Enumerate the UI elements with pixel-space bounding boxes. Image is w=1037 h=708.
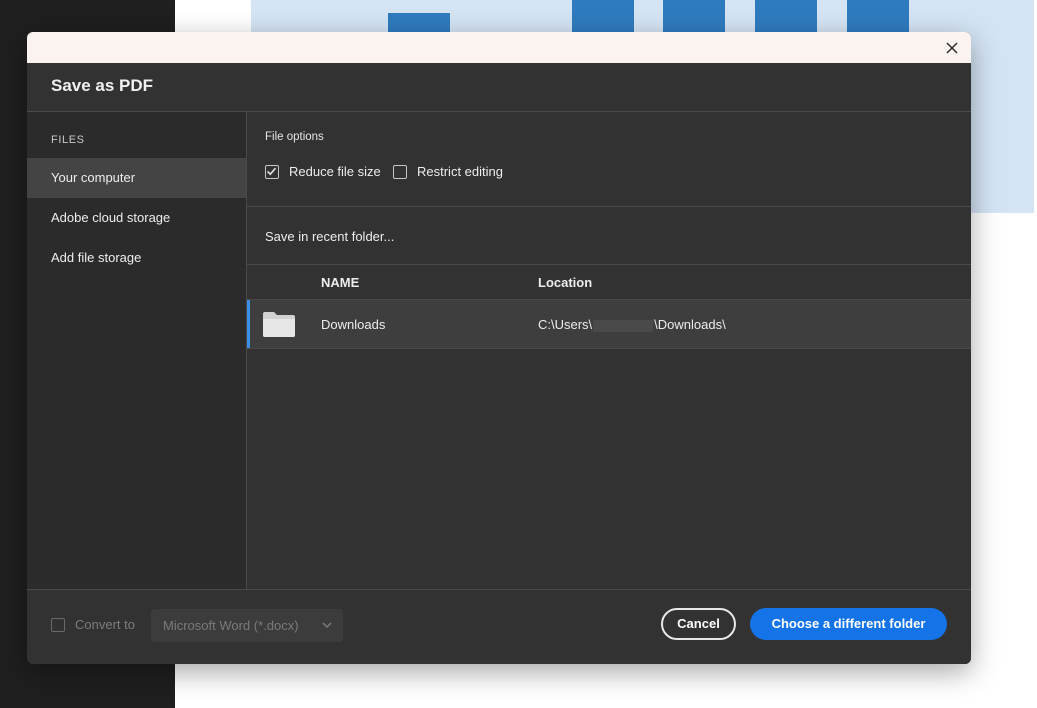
restrict-editing-checkbox[interactable]	[393, 165, 407, 179]
main-panel: File options Reduce file size Restrict e…	[247, 112, 971, 589]
dialog-header: Save as PDF	[27, 63, 971, 112]
folder-name: Downloads	[321, 317, 386, 332]
table-row[interactable]: Downloads C:\Users\ \Downloads\	[247, 300, 971, 349]
storage-sidebar: FILES Your computer Adobe cloud storage …	[27, 112, 247, 589]
file-options-label: File options	[265, 131, 324, 143]
reduce-file-size-label[interactable]: Reduce file size	[289, 164, 381, 179]
location-prefix: C:\Users\	[538, 317, 593, 332]
format-select[interactable]: Microsoft Word (*.docx)	[151, 609, 343, 642]
sidebar-item-adobe-cloud-storage[interactable]: Adobe cloud storage	[27, 198, 246, 238]
background-chart-bar	[572, 0, 634, 32]
chevron-down-icon	[322, 622, 332, 629]
location-suffix: \Downloads\	[654, 317, 726, 332]
table-header: NAME Location	[247, 264, 971, 300]
choose-different-folder-button[interactable]: Choose a different folder	[750, 608, 947, 640]
background-chart-bar	[847, 0, 909, 32]
background-chart-bar	[755, 0, 817, 32]
background-chart-bar	[663, 0, 725, 32]
column-header-name[interactable]: NAME	[321, 275, 359, 290]
cancel-button[interactable]: Cancel	[661, 608, 736, 640]
sidebar-item-add-file-storage[interactable]: Add file storage	[27, 238, 246, 278]
folder-icon	[263, 312, 295, 337]
recent-folder-heading: Save in recent folder...	[265, 229, 395, 244]
sidebar-item-your-computer[interactable]: Your computer	[27, 158, 246, 198]
checkmark-icon	[266, 167, 277, 176]
convert-to-checkbox[interactable]	[51, 618, 65, 632]
folder-location: C:\Users\ \Downloads\	[538, 317, 726, 332]
sidebar-heading: FILES	[51, 134, 85, 146]
format-select-value: Microsoft Word (*.docx)	[163, 618, 299, 633]
save-as-pdf-dialog: Save as PDF FILES Your computer Adobe cl…	[27, 32, 971, 664]
background-chart-bar	[388, 13, 450, 32]
file-options-section: File options Reduce file size Restrict e…	[247, 112, 971, 207]
dialog-title: Save as PDF	[51, 76, 154, 95]
dialog-footer: Convert to Microsoft Word (*.docx) Cance…	[27, 589, 971, 664]
reduce-file-size-checkbox[interactable]	[265, 165, 279, 179]
close-button[interactable]	[941, 37, 963, 59]
dialog-titlebar	[27, 32, 971, 63]
column-header-location[interactable]: Location	[538, 275, 592, 290]
redacted-username	[593, 319, 654, 332]
selection-indicator	[247, 300, 250, 348]
restrict-editing-label[interactable]: Restrict editing	[417, 164, 503, 179]
close-icon	[946, 42, 958, 54]
convert-to-label[interactable]: Convert to	[75, 617, 135, 632]
